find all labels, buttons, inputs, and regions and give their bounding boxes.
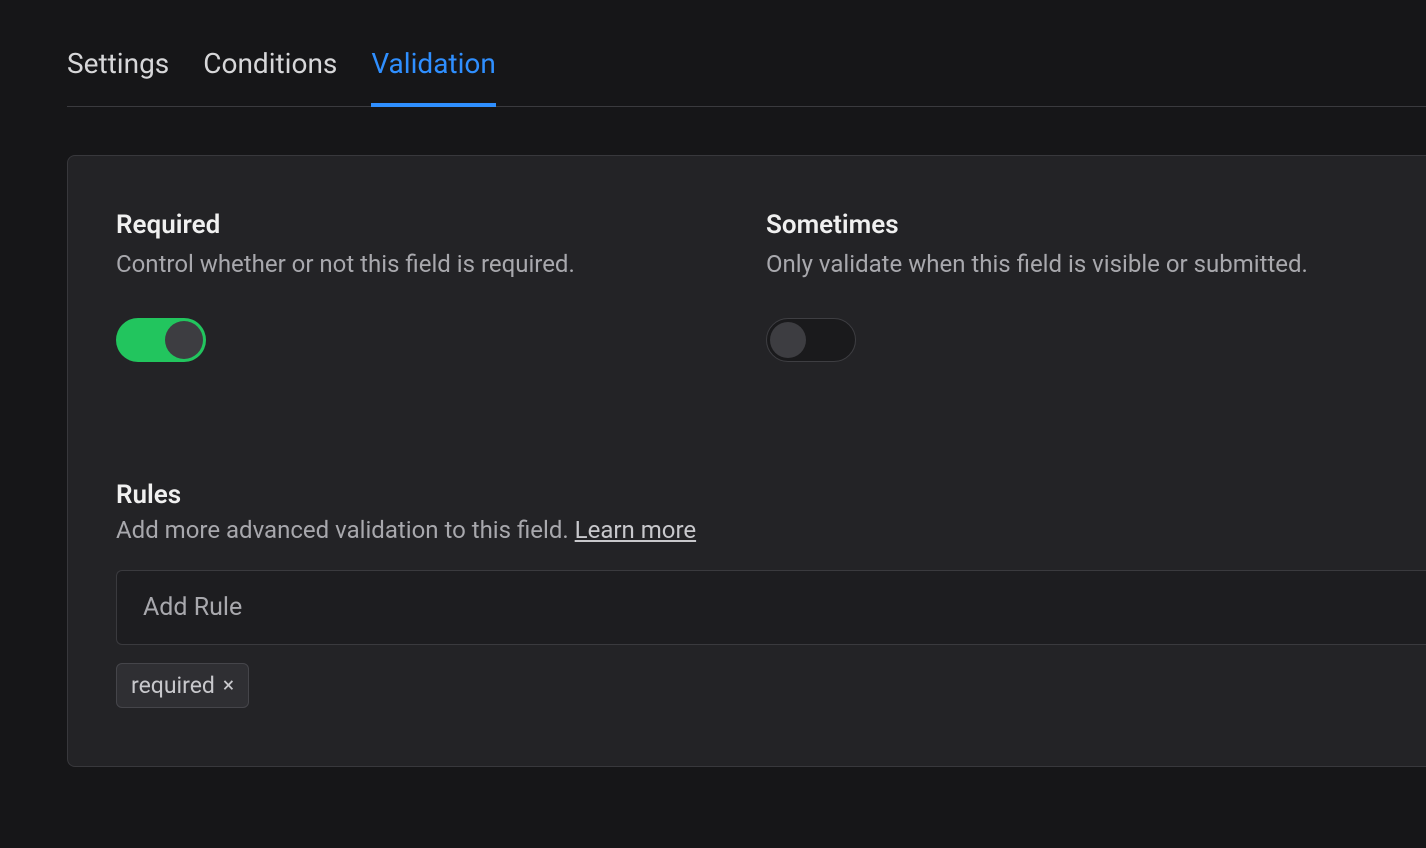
tabs-bar: Settings Conditions Validation [67,5,1426,107]
rules-section: Rules Add more advanced validation to th… [116,480,1426,708]
validation-panel: Required Control whether or not this fie… [67,155,1426,767]
rules-desc: Add more advanced validation to this fie… [116,516,1426,544]
toggle-knob-icon [770,322,806,358]
sometimes-toggle[interactable] [766,318,856,362]
add-rule-input[interactable]: Add Rule [116,570,1426,645]
remove-tag-icon[interactable]: × [223,674,234,698]
sometimes-section: Sometimes Only validate when this field … [766,210,1384,362]
required-desc: Control whether or not this field is req… [116,246,734,282]
required-section: Required Control whether or not this fie… [116,210,734,362]
rule-tag: required × [116,663,249,708]
tab-validation[interactable]: Validation [371,47,495,106]
tab-conditions[interactable]: Conditions [203,47,337,106]
required-toggle[interactable] [116,318,206,362]
learn-more-link[interactable]: Learn more [575,516,696,544]
rules-desc-text: Add more advanced validation to this fie… [116,516,575,544]
toggle-knob-icon [165,321,203,359]
sometimes-title: Sometimes [766,210,1384,240]
required-title: Required [116,210,734,240]
sometimes-desc: Only validate when this field is visible… [766,246,1384,282]
rule-tags: required × [116,663,1426,708]
rule-tag-label: required [131,672,215,699]
rules-title: Rules [116,480,1426,510]
tab-settings[interactable]: Settings [67,47,169,106]
